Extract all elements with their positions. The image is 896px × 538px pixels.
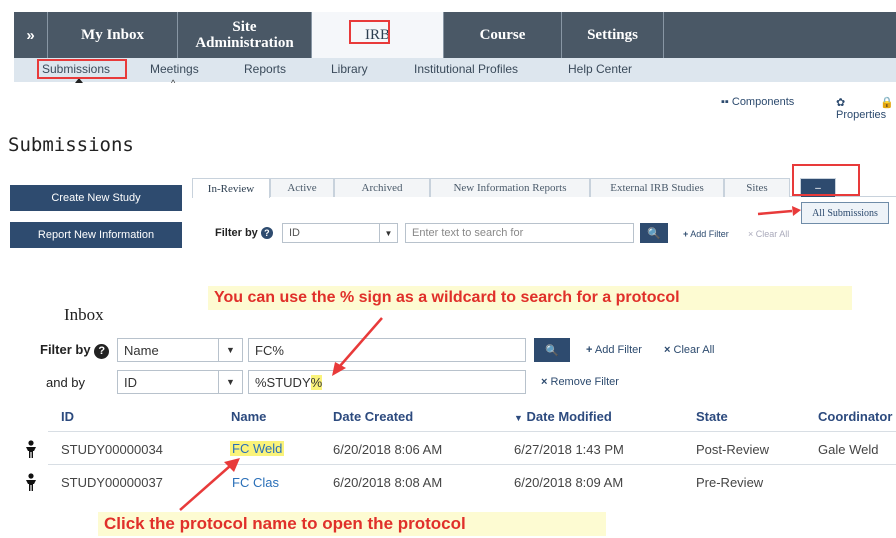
- top-search-button[interactable]: 🔍: [640, 223, 668, 243]
- annotation-box-more: [792, 164, 860, 196]
- sort-desc-icon: ▼: [514, 413, 523, 423]
- help-icon[interactable]: ?: [94, 344, 110, 359]
- plus-icon: +: [683, 229, 689, 239]
- inbox-filter-label: Filter by ?: [40, 342, 110, 359]
- cell-state: Post-Review: [696, 442, 769, 457]
- inbox-filter-field-select[interactable]: Name ▼: [117, 338, 243, 362]
- inbox-add-filter-link[interactable]: + Add Filter: [586, 344, 642, 356]
- chevron-down-icon: ▼: [379, 224, 397, 242]
- lock-icon[interactable]: 🔒: [880, 96, 894, 109]
- top-add-filter-link[interactable]: + Add Filter: [683, 229, 729, 239]
- column-header-id[interactable]: ID: [61, 409, 74, 424]
- inbox-title: Inbox: [64, 305, 104, 324]
- close-icon: ×: [664, 344, 671, 356]
- inbox-and-field-select[interactable]: ID ▼: [117, 370, 243, 394]
- create-new-study-button[interactable]: Create New Study: [10, 185, 182, 211]
- gear-icon: ✿: [836, 97, 846, 109]
- inbox-clear-all-link[interactable]: × Clear All: [664, 344, 714, 356]
- plus-icon: +: [586, 344, 593, 356]
- column-header-date-created[interactable]: Date Created: [333, 409, 413, 424]
- subnav-help-center[interactable]: Help Center: [568, 62, 632, 76]
- top-navigation: » My Inbox Site Administration IRB Cours…: [0, 0, 896, 58]
- cell-date-modified: 6/27/2018 1:43 PM: [514, 442, 624, 457]
- subnav-library[interactable]: Library: [331, 62, 368, 76]
- person-icon: [26, 440, 36, 458]
- tab-archived[interactable]: Archived: [334, 178, 430, 197]
- dropdown-item-all-submissions[interactable]: All Submissions: [801, 202, 889, 224]
- wildcard-highlight: %: [310, 374, 323, 390]
- search-icon: 🔍: [545, 344, 559, 357]
- tab-active[interactable]: Active: [270, 178, 334, 197]
- annotation-box-irb: [349, 20, 390, 44]
- tab-in-review[interactable]: In-Review: [192, 178, 270, 198]
- column-header-state[interactable]: State: [696, 409, 728, 424]
- close-icon: ×: [541, 376, 548, 388]
- annotation-arrow-right: [757, 206, 801, 216]
- expand-nav-button[interactable]: »: [14, 12, 48, 58]
- tab-site-administration[interactable]: Site Administration: [178, 12, 312, 58]
- person-icon: [26, 473, 36, 491]
- column-header-coordinator[interactable]: Coordinator: [818, 409, 892, 424]
- tab-course[interactable]: Course: [444, 12, 562, 58]
- inbox-and-label: and by: [46, 375, 86, 390]
- annotation-box-submissions: [37, 59, 127, 79]
- wildcard-callout: You can use the % sign as a wildcard to …: [208, 286, 852, 310]
- cell-state: Pre-Review: [696, 475, 764, 490]
- top-clear-all-link[interactable]: × Clear All: [748, 229, 789, 239]
- search-icon: 🔍: [647, 227, 661, 240]
- top-filter-label: Filter by ?: [215, 227, 273, 239]
- subnav-reports[interactable]: Reports: [244, 62, 286, 76]
- grid-icon: ▪▪: [721, 96, 729, 108]
- report-new-information-button[interactable]: Report New Information: [10, 222, 182, 248]
- cell-id: STUDY00000034: [61, 442, 163, 457]
- chevron-down-icon: ▼: [218, 371, 242, 393]
- column-header-name[interactable]: Name: [231, 409, 266, 424]
- help-icon[interactable]: ?: [260, 227, 273, 239]
- cell-date-created: 6/20/2018 8:06 AM: [333, 442, 443, 457]
- inbox-search-button[interactable]: 🔍: [534, 338, 570, 362]
- tab-external-irb-studies[interactable]: External IRB Studies: [590, 178, 724, 197]
- annotation-arrow-wildcard: [332, 317, 383, 376]
- page-title: Submissions: [8, 134, 134, 156]
- cell-date-created: 6/20/2018 8:08 AM: [333, 475, 443, 490]
- components-link[interactable]: ▪▪ Components: [721, 96, 794, 108]
- header-divider: [48, 431, 896, 432]
- chevron-down-icon: ▼: [218, 339, 242, 361]
- top-filter-search-input[interactable]: Enter text to search for: [405, 223, 634, 243]
- chevron-up-icon: ^: [171, 78, 176, 88]
- annotation-arrow-name: [179, 458, 240, 511]
- close-icon: ×: [748, 229, 754, 239]
- inbox-remove-filter-link[interactable]: × Remove Filter: [541, 376, 619, 388]
- tab-new-information-reports[interactable]: New Information Reports: [430, 178, 590, 197]
- click-name-callout: Click the protocol name to open the prot…: [98, 512, 606, 536]
- subnav-institutional-profiles[interactable]: Institutional Profiles: [414, 62, 518, 76]
- subnav-meetings[interactable]: Meetings: [150, 62, 199, 76]
- top-filter-field-select[interactable]: ID ▼: [282, 223, 398, 243]
- tab-settings[interactable]: Settings: [562, 12, 664, 58]
- tab-my-inbox[interactable]: My Inbox: [48, 12, 178, 58]
- cell-date-modified: 6/20/2018 8:09 AM: [514, 475, 624, 490]
- tab-sites[interactable]: Sites: [724, 178, 790, 197]
- column-header-date-modified[interactable]: ▼ Date Modified: [514, 409, 612, 424]
- cell-id: STUDY00000037: [61, 475, 163, 490]
- cell-coordinator: Gale Weld: [818, 442, 879, 457]
